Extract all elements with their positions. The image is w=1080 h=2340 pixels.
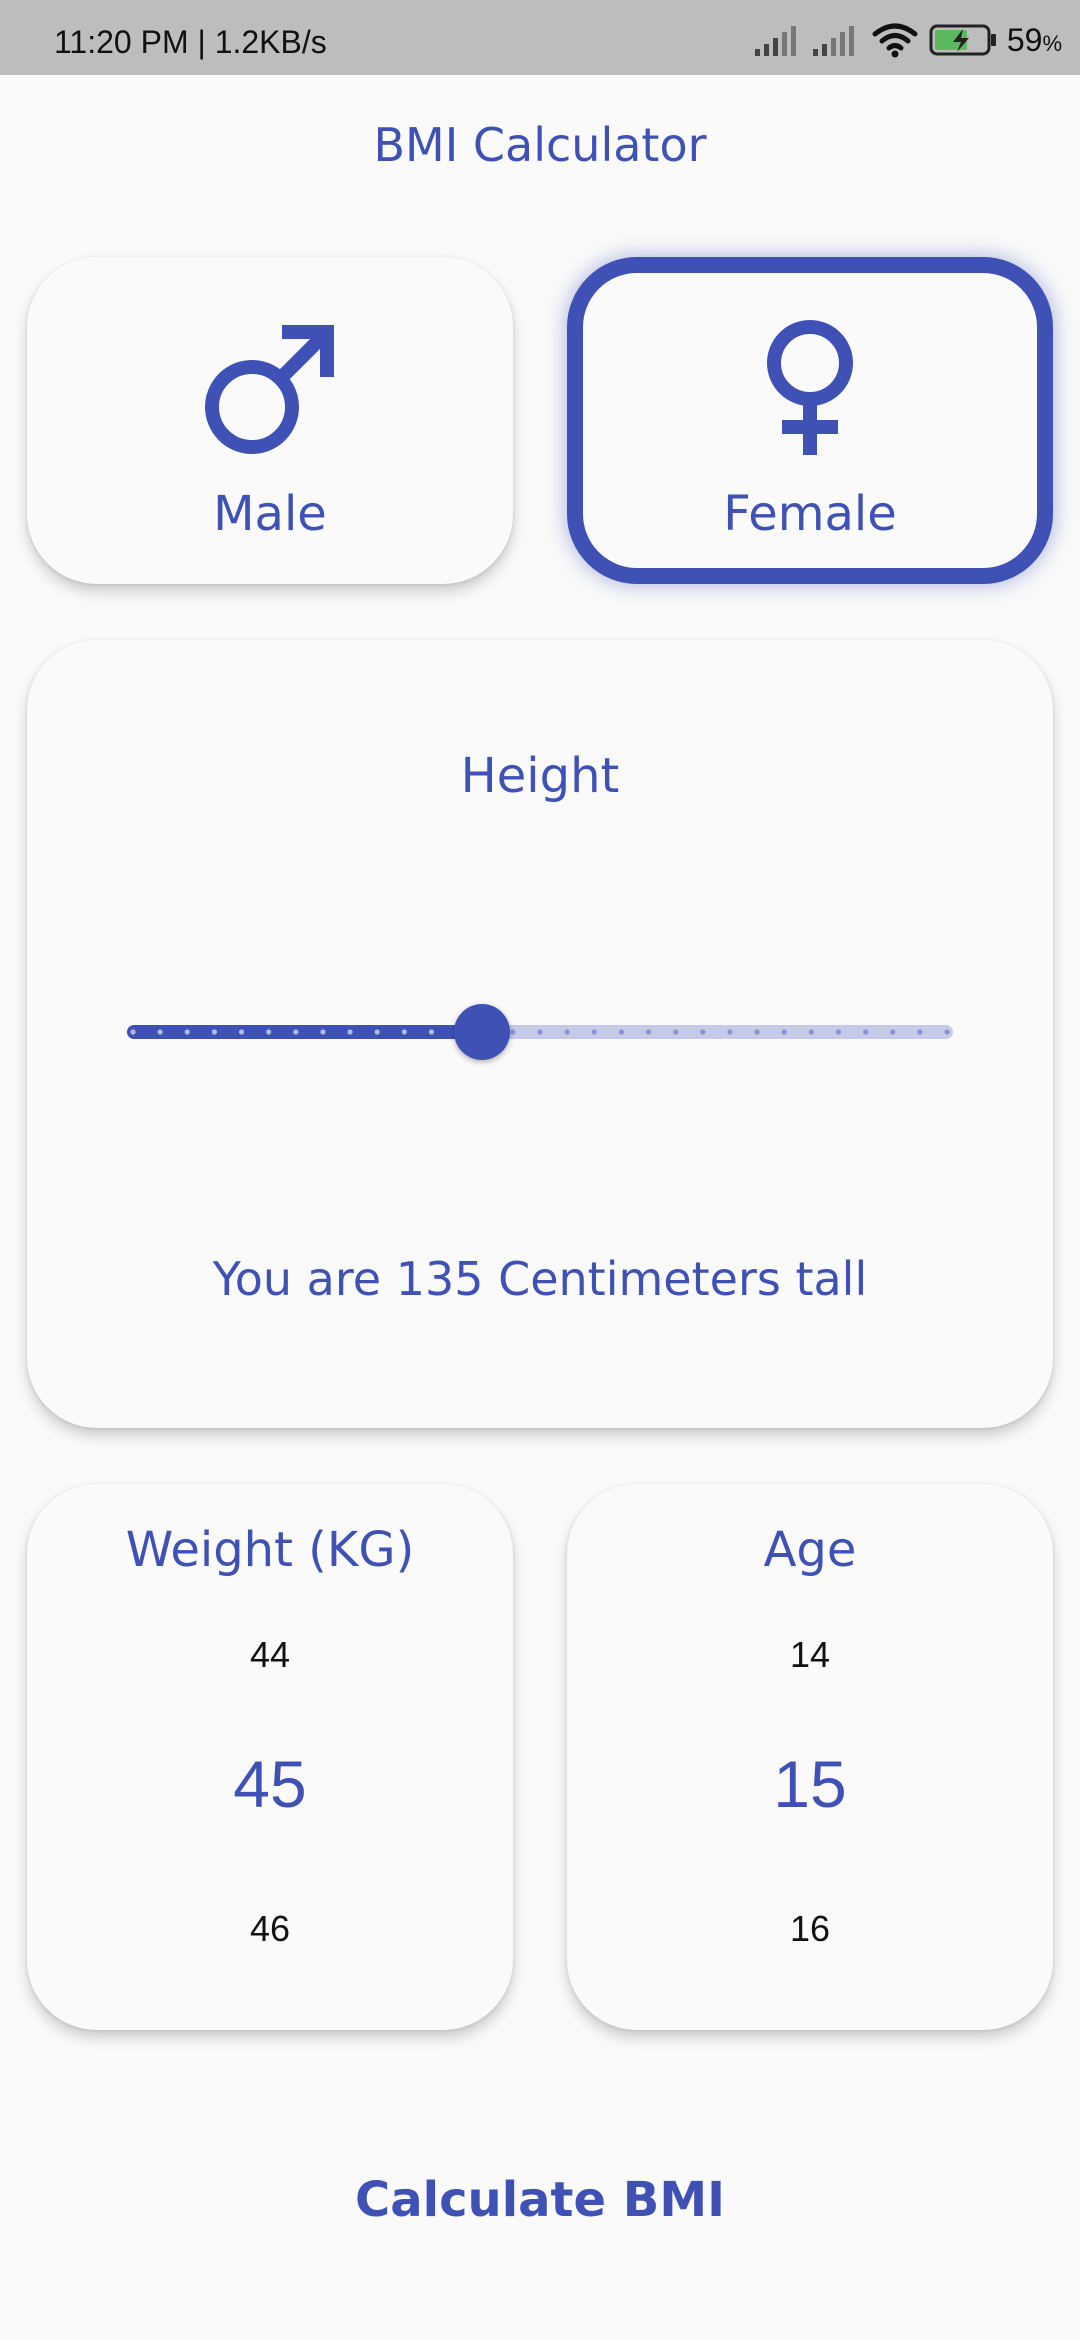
weight-next-value[interactable]: 46 — [27, 1908, 513, 1950]
signal-icon — [753, 23, 805, 57]
age-prev-value[interactable]: 14 — [567, 1634, 1053, 1676]
slider-tick — [808, 1029, 814, 1035]
slider-tick — [835, 1029, 842, 1035]
slider-tick — [347, 1029, 353, 1035]
age-picker-card: Age 14 15 16 — [567, 1484, 1053, 2030]
app-title: BMI Calculator — [373, 118, 707, 172]
female-card[interactable]: Female — [567, 257, 1053, 584]
slider-tick — [238, 1029, 245, 1035]
slider-tick — [673, 1029, 679, 1035]
slider-tick — [374, 1029, 380, 1035]
age-current-value[interactable]: 15 — [567, 1746, 1053, 1822]
battery-percent-value: 59 — [1006, 21, 1043, 58]
slider-thumb[interactable] — [454, 1004, 510, 1060]
slider-tick — [266, 1029, 272, 1035]
height-slider[interactable] — [127, 1000, 953, 1060]
calculate-bmi-button[interactable]: Calculate BMI — [290, 2150, 790, 2250]
slider-tick — [727, 1029, 733, 1035]
weight-prev-value[interactable]: 44 — [27, 1634, 513, 1676]
slider-tick — [510, 1029, 516, 1035]
slider-ticks — [130, 1029, 950, 1035]
weight-picker-card: Weight (KG) 44 45 46 — [27, 1484, 513, 2030]
battery-percent: 59% — [1007, 22, 1062, 59]
slider-tick — [401, 1029, 407, 1035]
slider-tick — [700, 1029, 706, 1035]
signal-icon — [811, 23, 863, 57]
male-label: Male — [213, 486, 327, 542]
weight-current-value[interactable]: 45 — [27, 1746, 513, 1822]
male-card[interactable]: Male — [27, 257, 513, 584]
slider-tick — [781, 1029, 787, 1035]
female-label: Female — [723, 486, 897, 542]
slider-tick — [293, 1029, 299, 1035]
height-card: Height You are 135 Centimeters tall — [27, 640, 1053, 1428]
slider-tick — [320, 1029, 326, 1035]
height-title: Height — [460, 748, 620, 804]
status-time-speed: 11:20 PM | 1.2KB/s — [54, 24, 327, 60]
slider-tick — [890, 1029, 896, 1035]
female-icon — [760, 319, 860, 463]
status-bar: 11:20 PM | 1.2KB/s 59% — [0, 0, 1080, 75]
slider-tick — [130, 1029, 136, 1035]
slider-tick — [184, 1029, 190, 1035]
slider-tick — [564, 1029, 570, 1035]
slider-tick — [645, 1029, 652, 1035]
weight-title: Weight (KG) — [125, 1522, 415, 1578]
slider-tick — [754, 1029, 760, 1035]
age-title: Age — [763, 1522, 857, 1578]
male-icon — [200, 319, 340, 463]
slider-tick — [211, 1029, 217, 1035]
slider-tick — [428, 1029, 435, 1035]
slider-tick — [944, 1029, 950, 1035]
slider-tick — [157, 1029, 163, 1035]
battery-charging-icon — [929, 23, 999, 57]
wifi-icon — [871, 22, 919, 58]
age-next-value[interactable]: 16 — [567, 1908, 1053, 1950]
battery-percent-unit: % — [1042, 30, 1062, 56]
slider-tick — [591, 1029, 597, 1035]
status-icons: 59% — [753, 18, 1062, 62]
height-caption: You are 135 Centimeters tall — [212, 1252, 868, 1306]
slider-tick — [618, 1029, 624, 1035]
slider-tick — [863, 1029, 869, 1035]
slider-tick — [917, 1029, 923, 1035]
slider-tick — [537, 1029, 543, 1035]
